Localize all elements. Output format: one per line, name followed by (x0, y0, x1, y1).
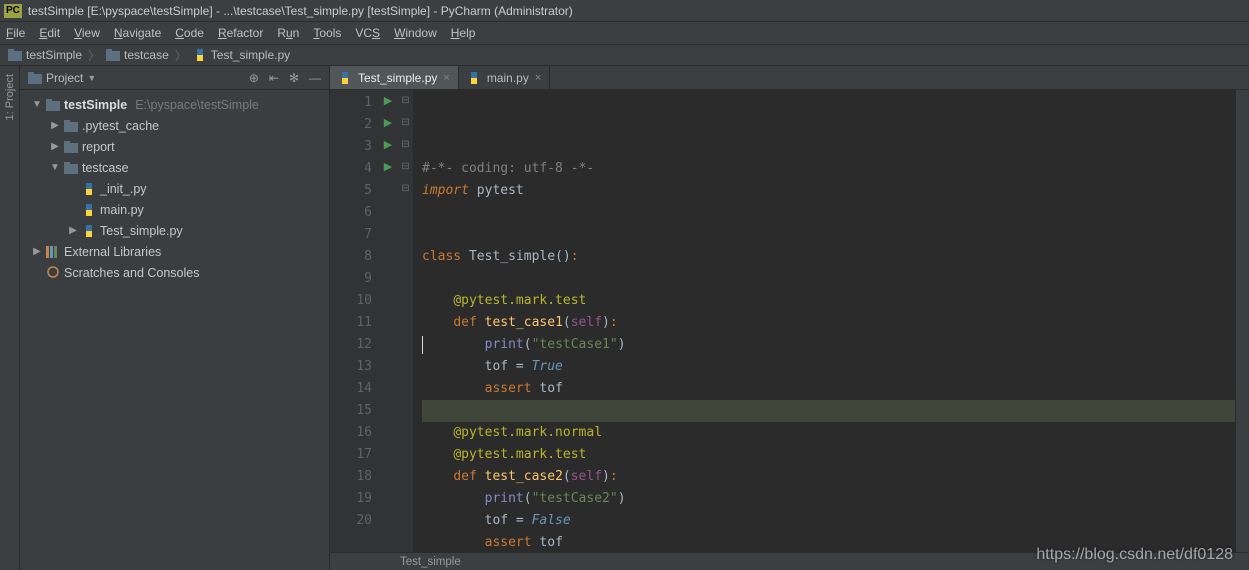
editor-area: Test_simple.py × main.py × 1234567891011… (330, 66, 1249, 570)
text-caret (422, 336, 423, 354)
chevron-right-icon[interactable]: ▶ (50, 120, 60, 131)
breadcrumb: testSimple 〉 testcase 〉 Test_simple.py (0, 44, 1249, 66)
project-tree: ▼ testSimple E:\pyspace\testSimple ▶ .py… (20, 90, 329, 287)
folder-icon (46, 98, 60, 112)
tree-item[interactable]: ▶ .pytest_cache (20, 115, 329, 136)
folder-icon (8, 48, 22, 62)
close-icon[interactable]: × (535, 72, 541, 84)
locate-icon[interactable]: ⊕ (249, 71, 259, 85)
folder-icon (106, 48, 120, 62)
window-titlebar: PC testSimple [E:\pyspace\testSimple] - … (0, 0, 1249, 22)
tree-item-label: testSimple (64, 98, 127, 112)
tab-test-simple[interactable]: Test_simple.py × (330, 66, 459, 89)
dropdown-icon[interactable]: ▼ (87, 73, 96, 83)
library-icon (46, 245, 60, 259)
menu-tools[interactable]: Tools (313, 26, 341, 40)
app-badge: PC (4, 4, 22, 18)
breadcrumb-separator: 〉 (175, 47, 187, 64)
menu-file[interactable]: File (6, 26, 25, 40)
tree-item-label: report (82, 140, 115, 154)
collapse-icon[interactable]: ⇤ (269, 71, 279, 85)
run-gutter[interactable]: ▶▶▶▶ (378, 90, 398, 552)
breadcrumb-file[interactable]: Test_simple.py (193, 48, 290, 62)
tree-item-external-libraries[interactable]: ▶ External Libraries (20, 241, 329, 262)
project-tool-window-button[interactable]: 1: Project (4, 74, 16, 120)
python-file-icon (467, 71, 481, 85)
breadcrumb-folder[interactable]: testcase (106, 48, 169, 62)
tree-root[interactable]: ▼ testSimple E:\pyspace\testSimple (20, 94, 329, 115)
menu-refactor[interactable]: Refactor (218, 26, 263, 40)
code-area[interactable]: #-*- coding: utf-8 -*-import pytestclass… (414, 90, 1235, 552)
chevron-right-icon[interactable]: ▶ (68, 225, 78, 236)
editor-tabs: Test_simple.py × main.py × (330, 66, 1249, 90)
python-file-icon (82, 203, 96, 217)
tab-main[interactable]: main.py × (459, 66, 550, 89)
watermark: https://blog.csdn.net/df0128 (1036, 546, 1233, 564)
line-number-gutter: 1234567891011121314151617181920 (330, 90, 378, 552)
menu-run[interactable]: Run (277, 26, 299, 40)
tree-item-label: External Libraries (64, 245, 161, 259)
tree-item-label: testcase (82, 161, 129, 175)
project-panel: Project ▼ ⊕ ⇤ ✻ — ▼ testSimple E:\pyspac… (20, 66, 330, 570)
tree-item-testcase[interactable]: ▼ testcase (20, 157, 329, 178)
folder-icon (64, 161, 78, 175)
tab-label: main.py (487, 71, 529, 85)
menu-edit[interactable]: Edit (39, 26, 60, 40)
tree-item[interactable]: ▶ report (20, 136, 329, 157)
chevron-right-icon[interactable]: ▶ (50, 141, 60, 152)
folder-icon (28, 71, 42, 85)
menu-code[interactable]: Code (175, 26, 204, 40)
close-icon[interactable]: × (443, 72, 449, 84)
python-file-icon (193, 48, 207, 62)
breadcrumb-label: testSimple (26, 48, 82, 62)
editor-body[interactable]: 1234567891011121314151617181920 ▶▶▶▶ ⊟⊟⊟… (330, 90, 1249, 552)
tree-item-path: E:\pyspace\testSimple (135, 98, 259, 112)
menu-window[interactable]: Window (394, 26, 437, 40)
scratches-icon (46, 266, 60, 280)
tree-item[interactable]: main.py (20, 199, 329, 220)
folder-icon (64, 119, 78, 133)
tree-item-label: main.py (100, 203, 144, 217)
menu-navigate[interactable]: Navigate (114, 26, 161, 40)
chevron-right-icon[interactable]: ▶ (32, 246, 42, 257)
tree-item-label: Scratches and Consoles (64, 266, 200, 280)
menu-bar: File Edit View Navigate Code Refactor Ru… (0, 22, 1249, 44)
breadcrumb-label: testcase (124, 48, 169, 62)
tree-item[interactable]: ▶ Test_simple.py (20, 220, 329, 241)
breadcrumb-separator: 〉 (88, 47, 100, 64)
project-panel-header: Project ▼ ⊕ ⇤ ✻ — (20, 66, 329, 90)
menu-view[interactable]: View (74, 26, 100, 40)
breadcrumb-node: Test_simple (400, 556, 461, 568)
tree-item-label: .pytest_cache (82, 119, 159, 133)
tree-item-label: Test_simple.py (100, 224, 183, 238)
tool-window-bar-left: 1: Project (0, 66, 20, 570)
python-file-icon (338, 71, 352, 85)
breadcrumb-label: Test_simple.py (211, 48, 290, 62)
scrollbar[interactable] (1235, 90, 1249, 552)
gear-icon[interactable]: ✻ (289, 71, 299, 85)
window-title: testSimple [E:\pyspace\testSimple] - ...… (28, 4, 573, 18)
fold-gutter[interactable]: ⊟⊟⊟⊟⊟ (398, 90, 414, 552)
python-file-icon (82, 224, 96, 238)
tab-label: Test_simple.py (358, 71, 437, 85)
hide-icon[interactable]: — (309, 71, 321, 85)
panel-title: Project (46, 71, 83, 85)
chevron-down-icon[interactable]: ▼ (32, 99, 42, 110)
tree-item[interactable]: _init_.py (20, 178, 329, 199)
breadcrumb-root[interactable]: testSimple (8, 48, 82, 62)
menu-vcs[interactable]: VCS (355, 26, 380, 40)
menu-help[interactable]: Help (451, 26, 476, 40)
tree-item-label: _init_.py (100, 182, 147, 196)
chevron-down-icon[interactable]: ▼ (50, 162, 60, 173)
python-file-icon (82, 182, 96, 196)
folder-icon (64, 140, 78, 154)
tree-item-scratches[interactable]: Scratches and Consoles (20, 262, 329, 283)
